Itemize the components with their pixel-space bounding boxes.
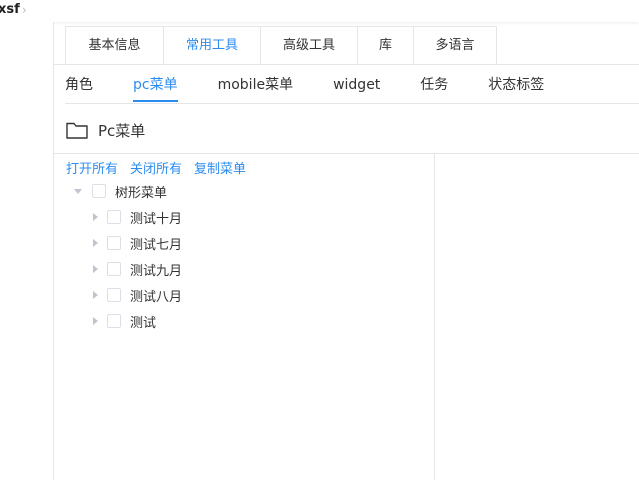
subtab-roles[interactable]: 角色 xyxy=(65,72,93,102)
caret-right-icon[interactable] xyxy=(93,239,98,247)
subtab-mobile-menu[interactable]: mobile菜单 xyxy=(218,72,293,102)
tree-node[interactable]: 测试十月 xyxy=(91,207,182,227)
tree-node-label: 测试十月 xyxy=(130,211,183,227)
tree-checkbox[interactable] xyxy=(107,288,121,302)
subtab-status-tags[interactable]: 状态标签 xyxy=(488,72,544,102)
caret-right-icon[interactable] xyxy=(93,291,98,299)
subtab-tasks[interactable]: 任务 xyxy=(420,72,448,102)
breadcrumb-current[interactable]: xsf xyxy=(0,2,20,17)
expand-all-link[interactable]: 打开所有 xyxy=(66,158,118,177)
tree-checkbox[interactable] xyxy=(107,314,121,328)
tabs-divider xyxy=(53,64,639,65)
tree-node-root[interactable]: 树形菜单 xyxy=(74,181,167,201)
tree-checkbox[interactable] xyxy=(92,184,106,198)
caret-down-icon[interactable] xyxy=(74,188,82,194)
pane-divider xyxy=(434,154,435,480)
caret-right-icon[interactable] xyxy=(93,265,98,273)
tab-advanced-tools[interactable]: 高级工具 xyxy=(261,27,358,65)
collapse-all-link[interactable]: 关闭所有 xyxy=(130,158,182,177)
tab-basic-info[interactable]: 基本信息 xyxy=(66,27,164,65)
tree-node-label: 测试九月 xyxy=(130,263,183,279)
tree-checkbox[interactable] xyxy=(107,236,121,250)
main-tabs: 基本信息 常用工具 高级工具 库 多语言 xyxy=(65,26,497,65)
tree-node-label: 测试八月 xyxy=(130,289,183,305)
subtab-widget[interactable]: widget xyxy=(333,72,380,102)
tree-actions: 打开所有 关闭所有 复制菜单 xyxy=(66,158,258,177)
top-bar: xsf › xyxy=(0,0,639,22)
caret-right-icon[interactable] xyxy=(93,317,98,325)
folder-icon xyxy=(66,122,88,139)
tab-library[interactable]: 库 xyxy=(358,27,414,65)
copy-menu-link[interactable]: 复制菜单 xyxy=(194,158,246,177)
tree-node[interactable]: 测试 xyxy=(91,311,156,331)
tree-checkbox[interactable] xyxy=(107,210,121,224)
tab-multilanguage[interactable]: 多语言 xyxy=(414,27,496,65)
left-sidebar xyxy=(0,22,54,480)
chevron-right-icon: › xyxy=(22,3,27,17)
tree-node-label: 测试 xyxy=(130,315,157,331)
section-header: Pc菜单 xyxy=(66,118,145,142)
tree-node-label: 测试七月 xyxy=(130,237,183,253)
subtab-pc-menu[interactable]: pc菜单 xyxy=(133,72,178,102)
tree-node[interactable]: 测试七月 xyxy=(91,233,182,253)
tree-node[interactable]: 测试九月 xyxy=(91,259,182,279)
sub-tabs: 角色 pc菜单 mobile菜单 widget 任务 状态标签 xyxy=(65,72,544,102)
subtabs-divider xyxy=(65,103,639,104)
section-divider xyxy=(53,153,639,154)
caret-right-icon[interactable] xyxy=(93,213,98,221)
section-title: Pc菜单 xyxy=(98,121,146,140)
tree-checkbox[interactable] xyxy=(107,262,121,276)
tree-node-label: 树形菜单 xyxy=(115,185,168,201)
tab-common-tools[interactable]: 常用工具 xyxy=(164,27,261,65)
tree-node[interactable]: 测试八月 xyxy=(91,285,182,305)
